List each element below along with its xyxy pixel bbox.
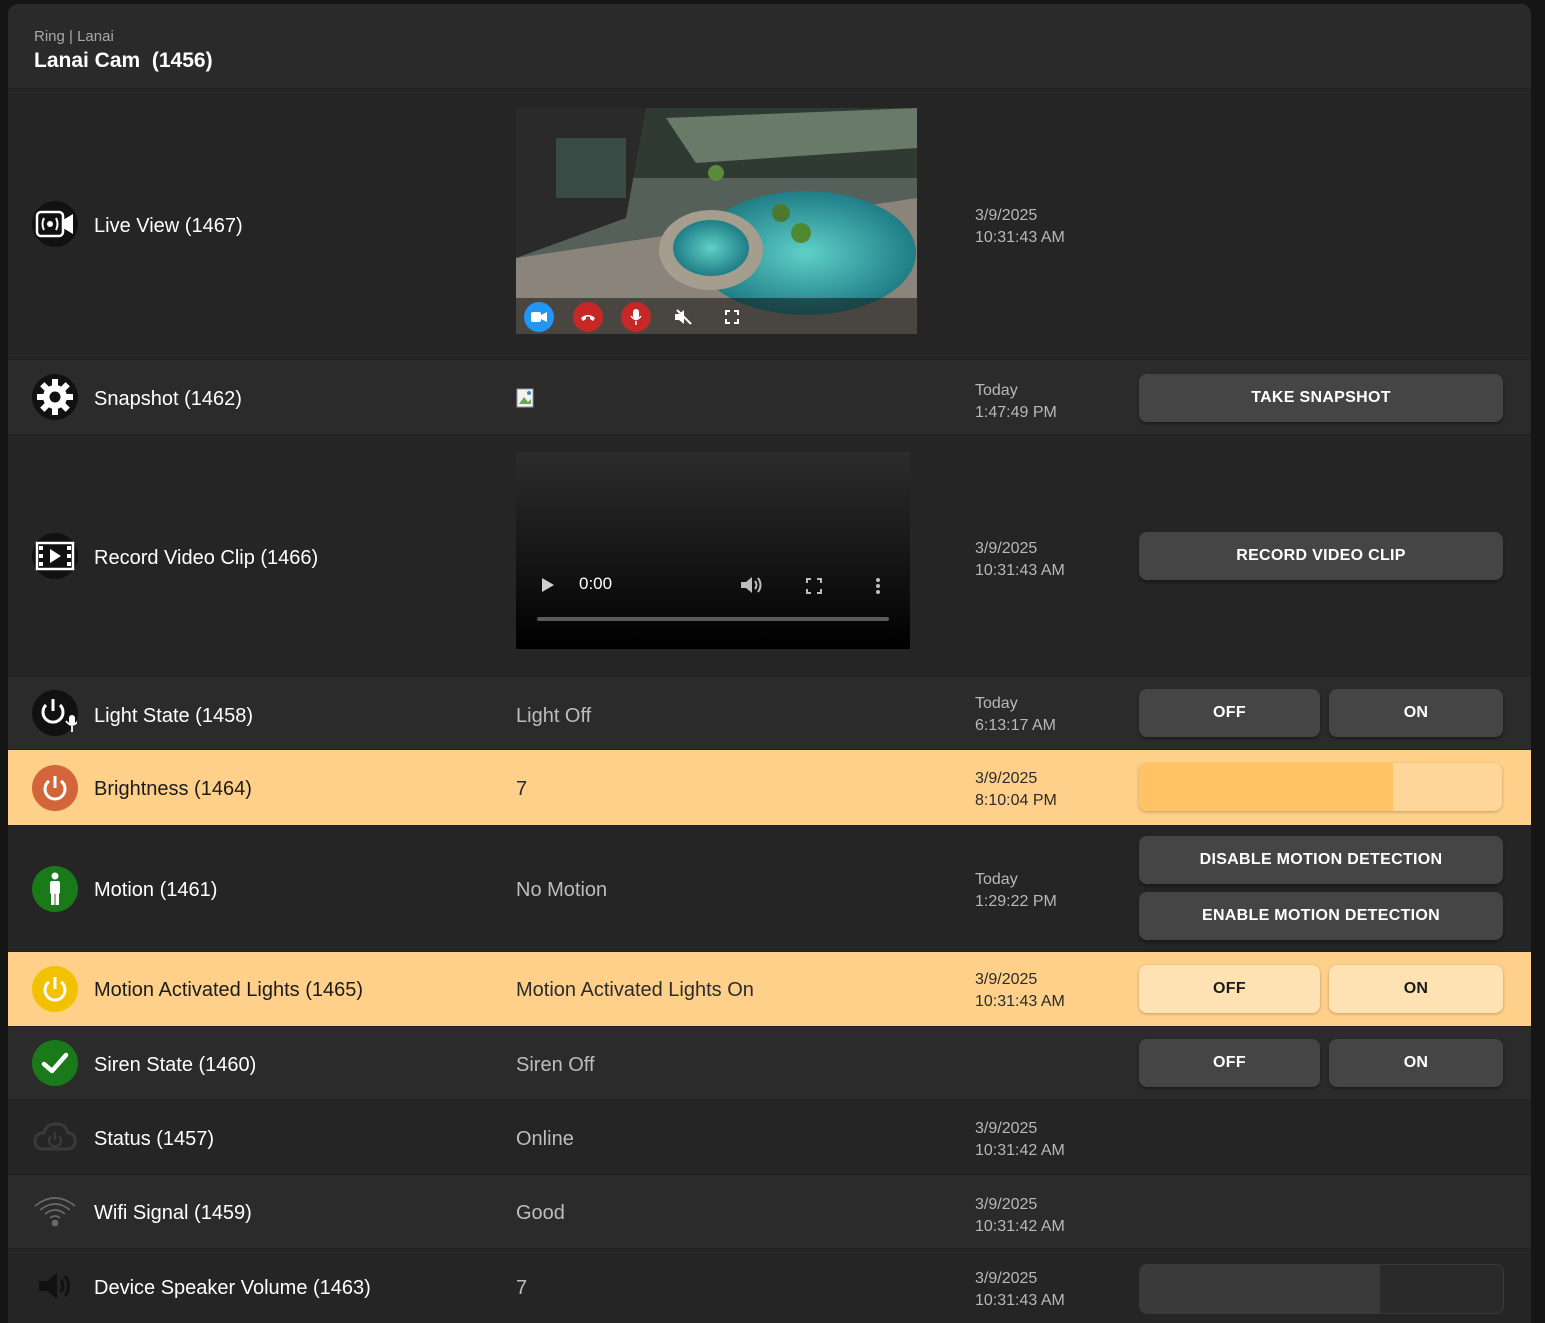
power-icon [32,966,78,1012]
row-label: Wifi Signal (1459) [94,1202,252,1224]
row-snapshot: Snapshot (1462) Today 1:47:49 PM TAKE SNA… [8,359,1531,435]
row-timestamp: 3/9/2025 10:31:42 AM [975,1196,1065,1235]
live-view-stream[interactable] [516,108,917,334]
wifi-icon [32,1188,78,1234]
siren-off-button[interactable]: OFF [1139,1039,1320,1087]
row-label: Device Speaker Volume (1463) [94,1277,371,1299]
row-value: Motion Activated Lights On [516,979,754,1001]
row-timestamp: 3/9/2025 10:31:43 AM [975,1270,1065,1309]
row-label: Motion (1461) [94,879,218,901]
snapshot-image-icon[interactable] [516,388,536,408]
row-light-state: Light State (1458) Light Off Today 6:13:1… [8,676,1531,750]
motion-lights-off-button[interactable]: OFF [1139,965,1320,1013]
play-icon[interactable] [542,578,554,597]
siren-on-button[interactable]: ON [1329,1039,1503,1087]
row-timestamp: 3/9/2025 10:31:43 AM [975,971,1065,1010]
live-controls-bar [516,298,917,334]
player-progress-bar[interactable] [537,617,889,621]
row-timestamp: 3/9/2025 10:31:43 AM [975,540,1065,579]
row-label: Status (1457) [94,1128,215,1150]
row-label: Record Video Clip (1466) [94,547,319,569]
speaker-volume-slider-fill [1140,1265,1380,1313]
video-player[interactable]: 0:00 [516,452,910,649]
hangup-icon[interactable] [573,302,603,332]
row-brightness: Brightness (1464) 7 3/9/2025 8:10:04 PM [8,749,1531,826]
checkmark-icon [32,1040,78,1086]
film-icon [32,533,78,579]
mute-icon[interactable] [669,302,699,332]
mic-icon[interactable] [621,302,651,332]
row-timestamp: 3/9/2025 8:10:04 PM [975,770,1057,809]
row-value: Good [516,1202,565,1224]
row-value: No Motion [516,879,608,901]
take-snapshot-button[interactable]: TAKE SNAPSHOT [1139,374,1503,422]
breadcrumb[interactable]: Ring | Lanai [34,28,114,45]
row-status: Status (1457) Online 3/9/2025 10:31:42 AM [8,1099,1531,1175]
row-motion: Motion (1461) No Motion Today 1:29:22 PM … [8,825,1531,952]
device-panel: Ring | Lanai Lanai Cam (1456) Live View … [8,4,1531,1323]
row-value: Online [516,1128,574,1150]
live-view-icon [32,201,78,247]
fullscreen-icon[interactable] [717,302,747,332]
row-label: Live View (1467) [94,215,243,237]
row-value: 7 [516,1277,528,1299]
video-icon[interactable] [524,302,554,332]
row-siren-state: Siren State (1460) Siren Off OFF ON [8,1026,1531,1100]
power-icon [32,765,78,811]
speaker-volume-slider[interactable] [1139,1264,1504,1314]
motion-lights-on-button[interactable]: ON [1329,965,1503,1013]
brightness-slider[interactable] [1139,763,1502,811]
row-value: Light Off [516,705,592,727]
disable-motion-detection-button[interactable]: DISABLE MOTION DETECTION [1139,836,1503,884]
light-on-button[interactable]: ON [1329,689,1503,737]
gear-icon [32,374,78,420]
row-timestamp: 3/9/2025 10:31:42 AM [975,1120,1065,1159]
row-label: Motion Activated Lights (1465) [94,979,364,1001]
row-label: Snapshot (1462) [94,388,242,410]
row-label: Light State (1458) [94,705,253,727]
cloud-power-icon [32,1114,78,1160]
row-value: Siren Off [516,1054,595,1076]
device-header: Ring | Lanai Lanai Cam (1456) [8,4,1531,88]
record-video-clip-button[interactable]: RECORD VIDEO CLIP [1139,532,1503,580]
player-time: 0:00 [579,574,613,593]
row-timestamp: Today 1:47:49 PM [975,382,1057,421]
row-timestamp: Today 1:29:22 PM [975,871,1057,910]
enable-motion-detection-button[interactable]: ENABLE MOTION DETECTION [1139,892,1503,940]
row-wifi-signal: Wifi Signal (1459) Good 3/9/2025 10:31:42… [8,1174,1531,1249]
row-timestamp: 3/9/2025 10:31:43 AM [975,207,1065,246]
volume-icon[interactable] [741,576,763,599]
row-timestamp: Today 6:13:17 AM [975,695,1056,734]
page-title: Lanai Cam (1456) [34,49,213,72]
power-mic-icon [32,690,78,736]
row-speaker-volume: Device Speaker Volume (1463) 7 3/9/2025 1… [8,1248,1531,1323]
row-label: Brightness (1464) [94,778,252,800]
row-value: 7 [516,778,528,800]
row-label: Siren State (1460) [94,1054,257,1076]
brightness-slider-fill [1139,763,1394,811]
more-options-icon[interactable] [875,577,881,600]
speaker-icon [32,1263,78,1309]
fullscreen-icon[interactable] [806,578,822,599]
person-icon [32,866,78,912]
row-motion-activated-lights: Motion Activated Lights (1465) Motion Ac… [8,951,1531,1027]
light-off-button[interactable]: OFF [1139,689,1320,737]
